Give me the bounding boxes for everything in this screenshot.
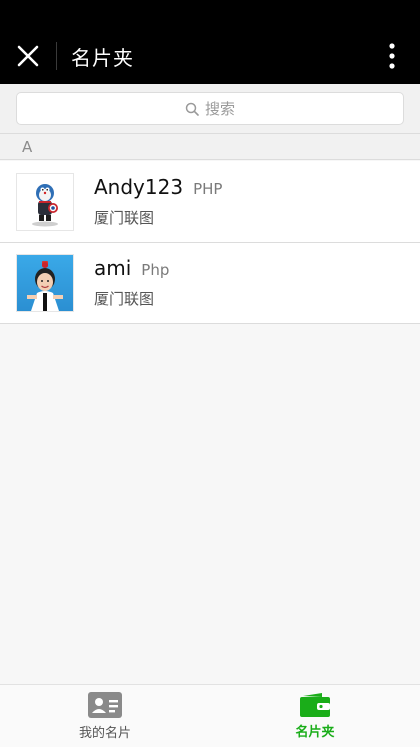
child-photo-avatar-icon [17, 254, 73, 311]
more-vertical-icon [389, 43, 395, 69]
contact-name: Andy123 [94, 175, 184, 199]
contact-company: 厦门联图 [94, 209, 155, 227]
close-icon [17, 45, 39, 67]
avatar [16, 172, 74, 231]
contact-title: PHP [193, 180, 223, 198]
tab-my-card[interactable]: 我的名片 [0, 685, 210, 747]
wallet-icon [300, 692, 330, 717]
search-bar: 搜索 [0, 84, 420, 134]
nav-divider [56, 42, 57, 70]
contact-company: 厦门联图 [94, 290, 155, 308]
close-button[interactable] [0, 28, 56, 84]
tab-label: 名片夹 [295, 724, 335, 740]
tab-label: 我的名片 [78, 725, 131, 741]
avatar [16, 253, 74, 312]
search-input[interactable]: 搜索 [16, 92, 404, 125]
contact-item-andy123[interactable]: Andy123 PHP 厦门联图 [0, 161, 420, 242]
page-title: 名片夹 [71, 45, 134, 70]
id-card-icon [88, 691, 122, 718]
status-bar [0, 0, 420, 28]
more-button[interactable] [364, 28, 420, 84]
tab-card-holder[interactable]: 名片夹 [210, 685, 420, 747]
robot-avatar-icon [17, 173, 73, 230]
contact-item-ami[interactable]: ami Php 厦门联图 [0, 242, 420, 323]
nav-bar: 名片夹 [0, 28, 420, 84]
section-header-a: A [0, 134, 420, 160]
tab-bar: 我的名片 名片夹 [0, 684, 420, 747]
contact-list: Andy123 PHP 厦门联图 ami Php 厦门联图 [0, 161, 420, 324]
contact-title: Php [141, 261, 170, 279]
search-placeholder: 搜索 [204, 100, 235, 118]
contact-name: ami [94, 256, 132, 280]
search-icon [185, 102, 199, 116]
